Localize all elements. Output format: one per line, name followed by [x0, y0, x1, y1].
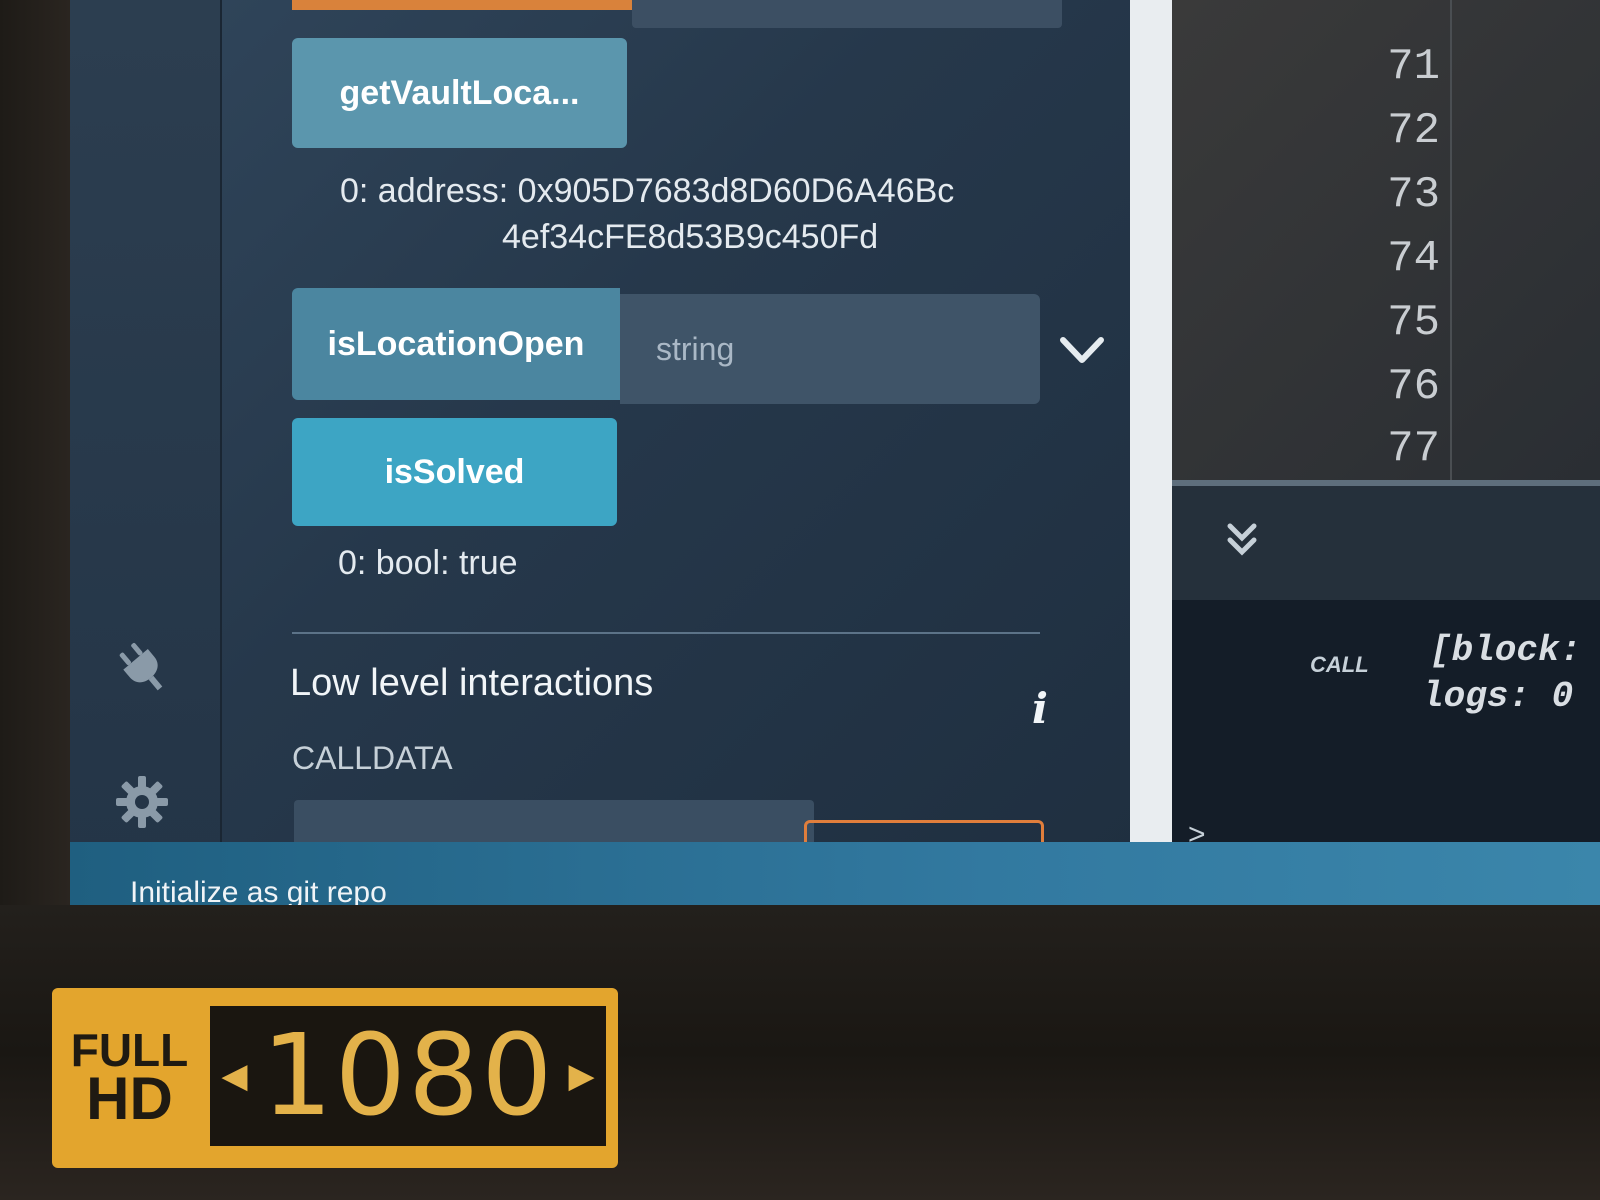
call-tag: CALL [1310, 652, 1369, 677]
chevron-down-icon[interactable] [1057, 330, 1107, 370]
gear-icon[interactable] [110, 770, 174, 834]
badge-hd-text: HD [86, 1064, 173, 1132]
double-chevron-down-icon[interactable] [1222, 520, 1262, 560]
plug-icon[interactable] [110, 635, 174, 699]
is-location-open-button[interactable]: isLocationOpen [292, 288, 620, 400]
line-number: 77 [1387, 424, 1440, 474]
vault-address-result: 0: address: 0x905D7683d8D60D6A46Bc [340, 172, 955, 210]
section-divider [292, 632, 1040, 634]
terminal-line: logs: 0 [1422, 676, 1574, 717]
editor-gutter-border [1450, 0, 1452, 480]
terminal-line: [block: [1430, 630, 1582, 671]
vault-address-result-continued: 4ef34cFE8d53B9c450Fd [502, 218, 879, 256]
badge-resolution-panel: ◀ 1080 ▶ [210, 1006, 606, 1146]
line-number: 72 [1387, 106, 1440, 156]
get-vault-location-button[interactable]: getVaultLoca... [292, 38, 627, 148]
code-editor: 71 72 73 74 75 76 77 [1172, 0, 1600, 480]
badge-full-hd-label: FULL HD [52, 988, 207, 1168]
line-number: 75 [1387, 298, 1440, 348]
info-icon[interactable]: i [1032, 684, 1048, 733]
line-number: 73 [1387, 170, 1440, 220]
panel-scrollbar[interactable] [1130, 0, 1172, 900]
previous-input-edge [632, 0, 1062, 28]
previous-button-edge [292, 0, 632, 10]
badge-resolution: 1080 [261, 1011, 555, 1141]
is-solved-button[interactable]: isSolved [292, 418, 617, 526]
badge-right-arrow-icon: ▶ [568, 1057, 595, 1095]
is-location-open-input[interactable]: string [620, 294, 1040, 404]
calldata-label: CALLDATA [292, 740, 453, 776]
badge-left-arrow-icon: ◀ [221, 1057, 248, 1095]
icon-panel [70, 0, 222, 865]
deploy-run-panel: getVaultLoca... 0: address: 0x905D7683d8… [222, 0, 1140, 900]
is-solved-result: 0: bool: true [338, 544, 518, 582]
line-number: 74 [1387, 234, 1440, 284]
line-number: 76 [1387, 362, 1440, 412]
full-hd-badge: FULL HD ◀ 1080 ▶ [52, 988, 618, 1168]
line-number: 71 [1387, 42, 1440, 92]
low-level-interactions-title: Low level interactions [290, 662, 654, 704]
monitor-screen: getVaultLoca... 0: address: 0x905D7683d8… [70, 0, 1600, 930]
monitor-bezel-left [0, 0, 70, 930]
